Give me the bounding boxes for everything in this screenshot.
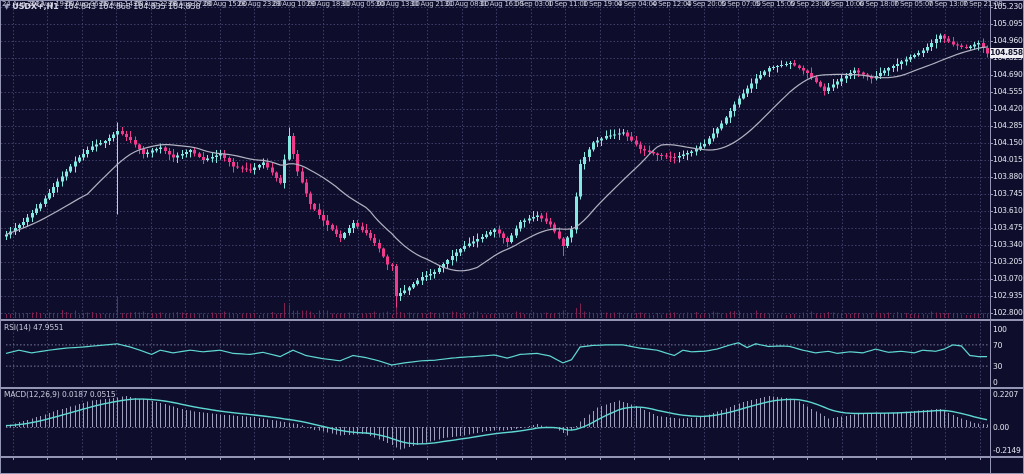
rsi-tick-label: 70 <box>993 341 1002 350</box>
macd-tick-label: 0.2207 <box>993 390 1018 399</box>
price-tick-label: 102.800 <box>993 308 1023 317</box>
rsi-tick-label: 0 <box>993 378 998 387</box>
symbol-dropdown-icon[interactable]: ▼ <box>4 3 9 11</box>
price-tick-label: 102.935 <box>993 291 1023 300</box>
time-tick-label: 7 Sep 21:00 <box>963 0 1003 8</box>
price-tick-label: 103.880 <box>993 172 1023 181</box>
rsi-tick-label: 100 <box>993 325 1007 334</box>
price-tick-label: 104.285 <box>993 121 1023 130</box>
price-tick-label: 104.015 <box>993 155 1023 164</box>
ohlc-values: 104.843 104.868 104.835 104.858 <box>64 2 201 11</box>
price-tick-label: 103.745 <box>993 189 1023 198</box>
macd-tick-label: -0.2149 <box>993 446 1021 455</box>
rsi-indicator-label: RSI(14) 47.9551 <box>4 323 63 332</box>
symbol-timeframe-label: USDX+,H1 <box>12 2 58 11</box>
price-tick-label: 103.205 <box>993 257 1023 266</box>
price-tick-label: 104.150 <box>993 138 1023 147</box>
chart-title-bar: ▼USDX+,H1 104.843 104.868 104.835 104.858 <box>4 2 200 11</box>
price-tick-label: 104.420 <box>993 104 1023 113</box>
macd-tick-label: 0.00 <box>993 423 1009 432</box>
macd-indicator-label: MACD(12,26,9) 0.0187 0.0515 <box>4 390 116 399</box>
price-tick-label: 103.475 <box>993 223 1023 232</box>
price-tick-label: 103.340 <box>993 240 1023 249</box>
chart-canvas[interactable] <box>0 0 1024 474</box>
price-tick-label: 104.555 <box>993 87 1023 96</box>
price-tick-label: 103.070 <box>993 274 1023 283</box>
rsi-tick-label: 30 <box>993 362 1002 371</box>
price-tick-label: 103.610 <box>993 206 1023 215</box>
price-tick-label: 104.690 <box>993 70 1023 79</box>
price-tick-label: 104.960 <box>993 36 1023 45</box>
current-price-tag: 104.858 <box>990 48 1023 58</box>
trading-chart-window: ▼USDX+,H1 104.843 104.868 104.835 104.858… <box>0 0 1024 474</box>
price-tick-label: 105.095 <box>993 19 1023 28</box>
